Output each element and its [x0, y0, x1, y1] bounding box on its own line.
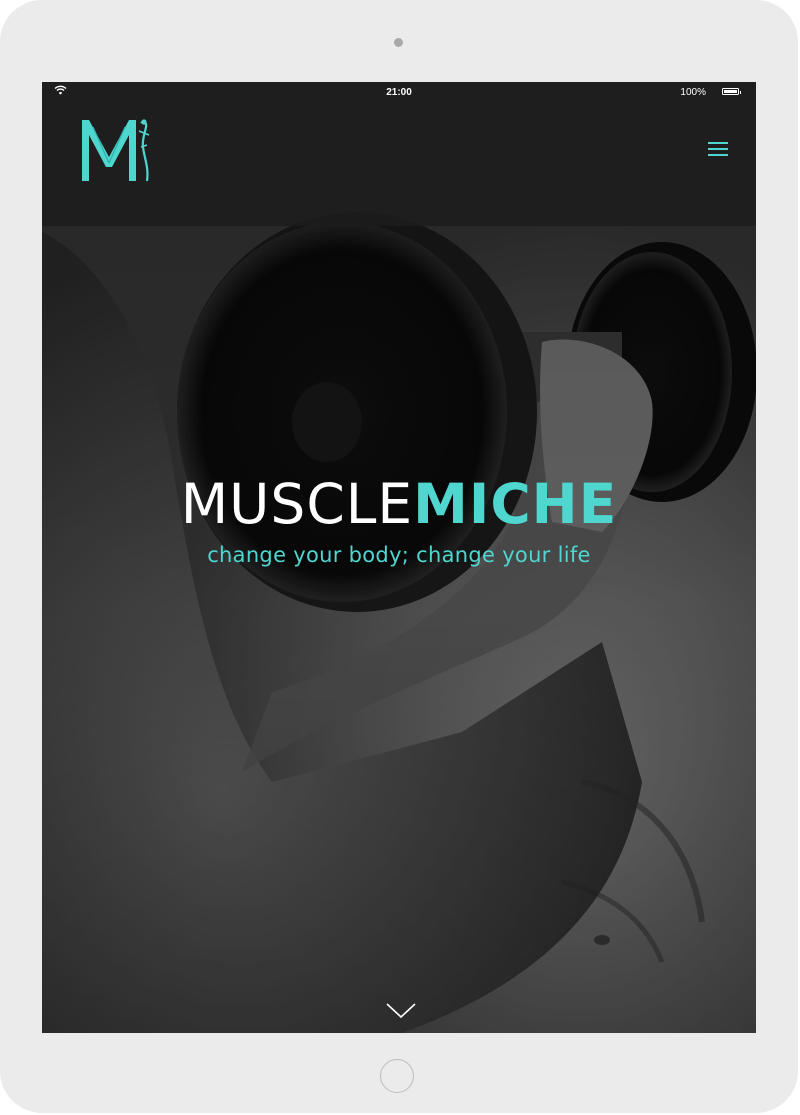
brand-title-part2: MICHE [413, 472, 618, 536]
menu-line [708, 142, 728, 144]
front-camera [394, 38, 403, 47]
status-bar: 21:00 100% [42, 82, 756, 104]
muscle-miche-logo[interactable] [79, 117, 159, 185]
status-time: 21:00 [386, 87, 412, 98]
battery-level-fill [724, 90, 737, 93]
brand-title-part1: MUSCLE [180, 472, 414, 536]
tablet-frame: 21:00 100% MUSCLEMICHE change your body;… [0, 0, 798, 1113]
chevron-down-icon[interactable] [386, 1000, 416, 1020]
hero-tagline: change your body; change your life [207, 543, 591, 567]
screen: 21:00 100% MUSCLEMICHE change your body;… [42, 82, 756, 1033]
battery-icon [722, 88, 741, 95]
menu-line [708, 154, 728, 156]
home-button[interactable] [380, 1059, 414, 1093]
brand-title: MUSCLEMICHE [42, 477, 756, 532]
battery-percentage: 100% [680, 87, 706, 98]
hamburger-menu-icon[interactable] [708, 142, 728, 158]
menu-line [708, 148, 728, 150]
hero-title-block: MUSCLEMICHE change your body; change you… [42, 477, 756, 568]
